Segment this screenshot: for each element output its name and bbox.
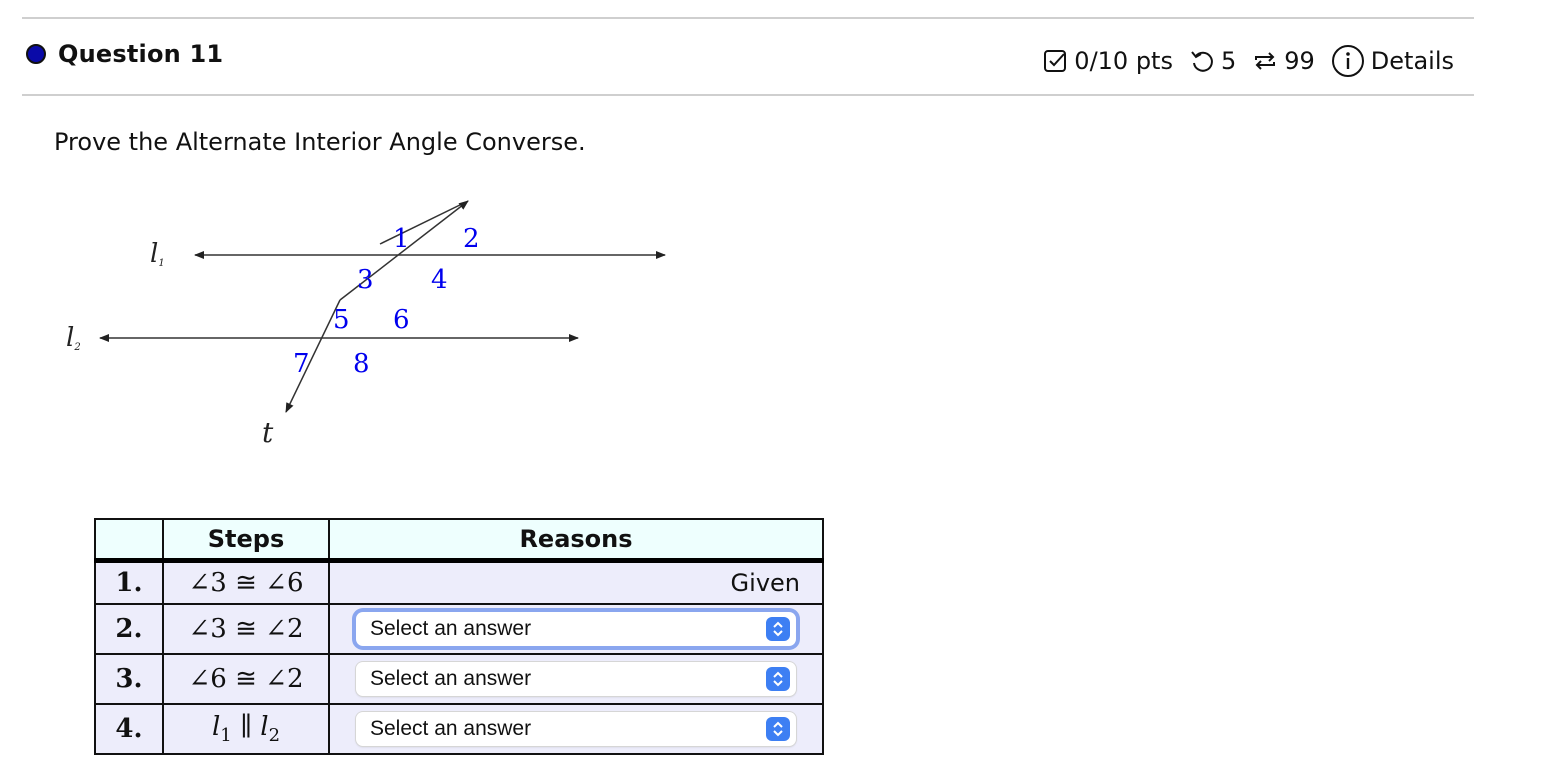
header-number	[94, 518, 164, 563]
proof-table: Steps Reasons 1. ∠3 ≅ ∠6 Given 2. ∠3 ≅ ∠…	[94, 518, 824, 755]
angle-label-6: 6	[393, 305, 410, 335]
chevron-up-down-icon	[766, 667, 790, 691]
select-value: Select an answer	[370, 667, 532, 690]
header-divider	[22, 94, 1474, 96]
angle-label-2: 2	[463, 224, 480, 254]
score-text: 0/10 pts	[1074, 47, 1173, 75]
chevron-up-down-icon	[766, 617, 790, 641]
question-meta: 0/10 pts 5 99 Details	[1042, 44, 1454, 78]
angle-label-5: 5	[333, 305, 350, 335]
reason-select-2[interactable]: Select an answer	[356, 612, 796, 646]
info-icon[interactable]	[1331, 44, 1365, 78]
parallel-lines-figure: l1 l2 t 1 2 3 4 5 6 7 8	[66, 200, 666, 449]
table-row: 3. ∠6 ≅ ∠2 Select an answer	[94, 653, 824, 705]
angle-label-7: 7	[293, 349, 310, 379]
angle-label-8: 8	[353, 349, 370, 379]
details-link[interactable]: Details	[1371, 47, 1454, 75]
top-divider	[22, 17, 1474, 19]
line-l1-label: l1	[150, 239, 165, 269]
step-number: 1.	[94, 559, 164, 605]
angle-label-3: 3	[357, 265, 374, 295]
angle-label-4: 4	[431, 265, 448, 295]
reason-select-4[interactable]: Select an answer	[356, 712, 796, 746]
header-reasons: Reasons	[328, 518, 824, 563]
table-row: 4. l1 ∥ l2 Select an answer	[94, 703, 824, 755]
table-row: 2. ∠3 ≅ ∠2 Select an answer	[94, 603, 824, 655]
question-title: Question 11	[58, 40, 224, 68]
select-value: Select an answer	[370, 617, 532, 640]
step-statement: l1 ∥ l2	[162, 703, 330, 755]
step-number: 4.	[94, 703, 164, 755]
table-header-row: Steps Reasons	[94, 518, 824, 563]
undo-icon	[1189, 48, 1215, 74]
reason-text: Given	[328, 559, 824, 605]
angle-label-1: 1	[393, 224, 410, 254]
step-statement: ∠3 ≅ ∠6	[162, 559, 330, 605]
step-statement: ∠6 ≅ ∠2	[162, 653, 330, 705]
checkbox-icon	[1042, 48, 1068, 74]
step-number: 2.	[94, 603, 164, 655]
header-steps: Steps	[162, 518, 330, 563]
step-statement: ∠3 ≅ ∠2	[162, 603, 330, 655]
repeat-icon	[1252, 48, 1278, 74]
transversal-label: t	[262, 416, 274, 449]
reason-select-3[interactable]: Select an answer	[356, 662, 796, 696]
question-prompt: Prove the Alternate Interior Angle Conve…	[54, 128, 586, 156]
attempts-count: 99	[1284, 47, 1315, 75]
step-number: 3.	[94, 653, 164, 705]
line-l2-label: l2	[66, 323, 81, 353]
table-row: 1. ∠3 ≅ ∠6 Given	[94, 559, 824, 605]
retries-count: 5	[1220, 47, 1237, 75]
question-header: Question 11	[26, 40, 223, 68]
status-dot-icon	[26, 44, 46, 64]
select-value: Select an answer	[370, 717, 532, 740]
chevron-up-down-icon	[766, 717, 790, 741]
